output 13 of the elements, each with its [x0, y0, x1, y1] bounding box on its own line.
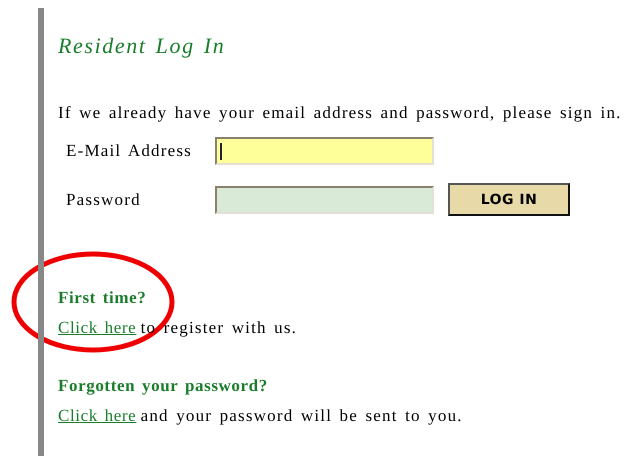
- help-heading: Forgotten your password?: [58, 376, 269, 396]
- click-here-link[interactable]: Click here: [58, 406, 136, 425]
- page-title: Resident Log In: [58, 33, 226, 59]
- field-label: Password: [66, 190, 142, 210]
- email-field[interactable]: [215, 137, 434, 165]
- password-field[interactable]: [215, 186, 434, 214]
- help-heading: First time?: [58, 288, 148, 308]
- click-here-link[interactable]: Click here: [58, 318, 136, 337]
- login-button[interactable]: LOG IN: [448, 183, 570, 216]
- help-text: Click here to register with us.: [58, 318, 298, 338]
- help-text: Click here and your password will be sent to you.: [58, 406, 464, 426]
- instruction-text: If we already have your email address and password, please sign in.: [58, 103, 623, 123]
- field-label: E-Mail Address: [66, 141, 193, 161]
